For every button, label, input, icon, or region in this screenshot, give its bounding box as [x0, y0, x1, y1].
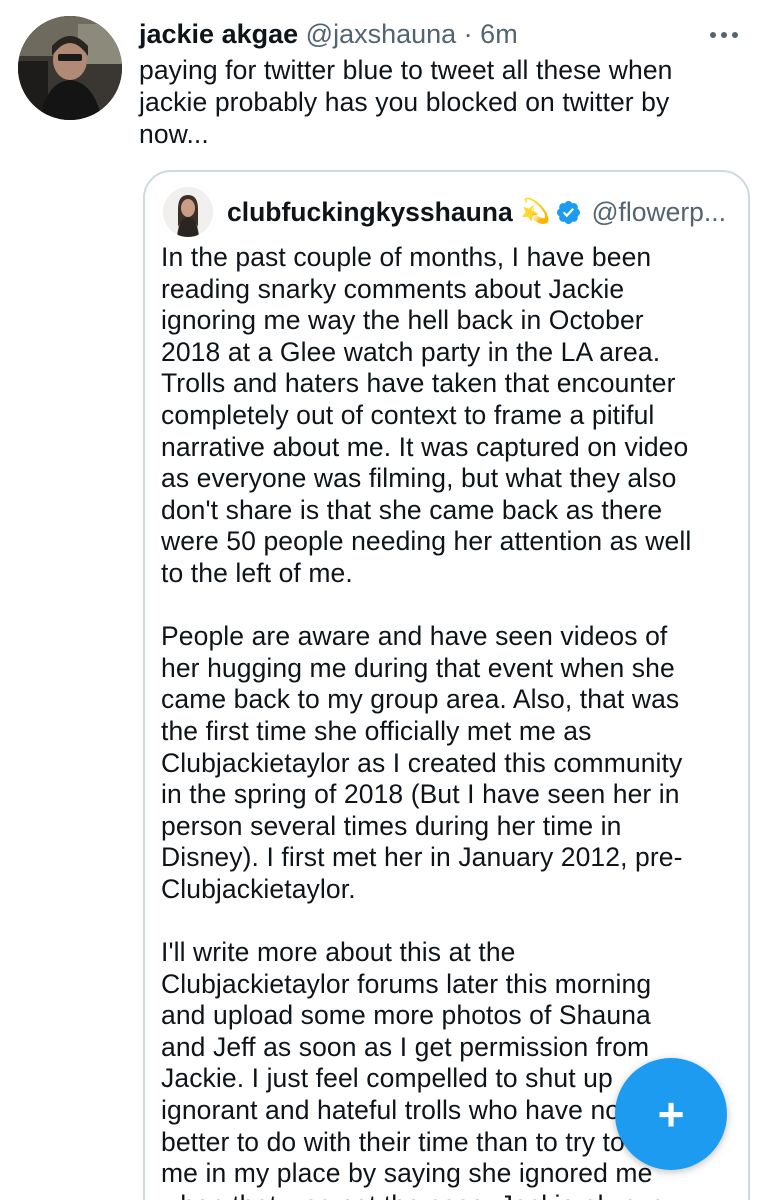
quoted-tweet-card[interactable]: clubfuckingkysshauna 💫 @flowerp... In th…	[143, 170, 750, 1200]
author-avatar[interactable]	[18, 16, 122, 120]
quoted-author-avatar-image	[163, 187, 213, 237]
tweet-detail-screen: jackie akgae @jaxshauna · 6m paying for …	[0, 0, 758, 1200]
compose-tweet-button[interactable]: +	[615, 1058, 727, 1170]
verified-badge-icon	[556, 200, 580, 224]
tweet-header: jackie akgae @jaxshauna · 6m	[139, 16, 739, 52]
quoted-tweet-header: clubfuckingkysshauna 💫 @flowerp...	[163, 187, 733, 237]
more-horizontal-icon[interactable]	[699, 18, 749, 52]
author-handle[interactable]: @jaxshauna	[306, 19, 457, 49]
compose-plus-icon: +	[657, 1088, 685, 1140]
quoted-tweet-text: In the past couple of months, I have bee…	[161, 242, 692, 1200]
tweet-text: paying for twitter blue to tweet all the…	[139, 55, 673, 149]
quoted-author-avatar	[163, 187, 213, 237]
author-avatar-image	[18, 16, 122, 120]
tweet-timestamp[interactable]: 6m	[480, 19, 518, 49]
dizzy-emoji-icon: 💫	[520, 198, 551, 225]
tweet-body: jackie akgae @jaxshauna · 6m paying for …	[139, 16, 739, 150]
quoted-author-handle: @flowerp...	[591, 196, 727, 227]
author-name[interactable]: jackie akgae	[139, 19, 298, 49]
quoted-author-name: clubfuckingkysshauna	[227, 196, 513, 227]
header-separator: ·	[456, 19, 481, 49]
